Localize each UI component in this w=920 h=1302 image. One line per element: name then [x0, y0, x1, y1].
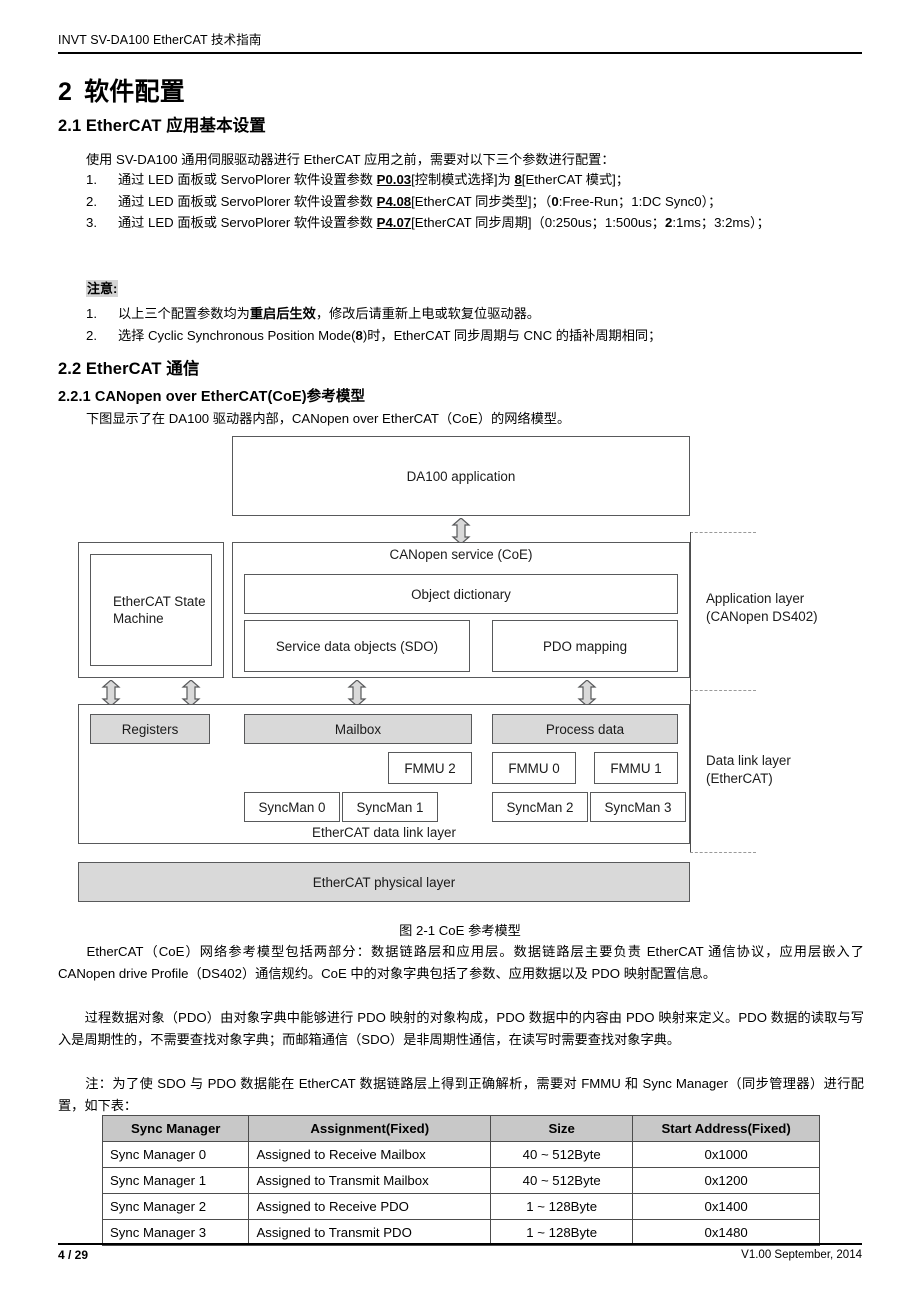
cell-start-address: 0x1400: [632, 1193, 820, 1220]
layer-divider-top: [690, 532, 756, 533]
fmmu2-box: FMMU 2: [388, 752, 472, 784]
paragraph-coe-model: EtherCAT（CoE）网络参考模型包括两部分：数据链路层和应用层。数据链路层…: [58, 944, 864, 981]
column-header-size: Size: [490, 1115, 634, 1142]
ethercat-physical-layer-box: EtherCAT physical layer: [78, 862, 690, 902]
list-item: 2. 通过 LED 面板或 ServoPlorer 软件设置参数 P4.08[E…: [86, 192, 886, 213]
page-title-text: 软件配置: [84, 78, 185, 106]
cell-start-address: 0x1200: [632, 1167, 820, 1194]
cell-assignment: Assigned to Receive PDO: [248, 1193, 492, 1220]
pdo-mapping-box: PDO mapping: [492, 620, 678, 672]
intro-paragraph: 使用 SV-DA100 通用伺服驱动器进行 EtherCAT 应用之前，需要对以…: [86, 152, 615, 167]
cell-start-address: 0x1480: [632, 1219, 820, 1246]
config-steps-list: 1. 通过 LED 面板或 ServoPlorer 软件设置参数 P0.03[控…: [86, 170, 886, 235]
da100-application-box: DA100 application: [232, 436, 690, 516]
registers-box: Registers: [90, 714, 210, 744]
list-marker: 2.: [86, 328, 97, 343]
footer-divider: [58, 1243, 862, 1245]
arrow-coe-to-process-data: [576, 680, 598, 706]
paragraph-pdo: 过程数据对象（PDO）由对象字典中能够进行 PDO 映射的对象构成，PDO 数据…: [58, 1010, 864, 1047]
table-header-row: Sync Manager Assignment(Fixed) Size Star…: [101, 1115, 820, 1142]
syncman3-box: SyncMan 3: [590, 792, 686, 822]
section-heading-2-2-1: 2.2.1 CANopen over EtherCAT(CoE)参考模型: [58, 389, 366, 405]
cell-size: 1 ~ 128Byte: [490, 1193, 634, 1220]
list-item: 2. 选择 Cyclic Synchronous Position Mode(8…: [86, 325, 886, 346]
arrow-esm-to-registers-right: [180, 680, 202, 706]
cell-size: 40 ~ 512Byte: [490, 1167, 634, 1194]
cell-assignment: Assigned to Transmit Mailbox: [248, 1167, 492, 1194]
arrow-coe-to-mailbox: [346, 680, 368, 706]
process-data-box: Process data: [492, 714, 678, 744]
data-link-layer-label: Data link layer (EtherCAT): [706, 753, 791, 786]
cell-sync-manager: Sync Manager 0: [101, 1141, 250, 1168]
header-divider: [58, 52, 862, 54]
table-row: Sync Manager 1 Assigned to Transmit Mail…: [101, 1167, 820, 1194]
list-text: 通过 LED 面板或 ServoPlorer 软件设置参数 P0.03[控制模式…: [118, 172, 630, 187]
cell-assignment: Assigned to Receive Mailbox: [248, 1141, 492, 1168]
document-version: V1.00 September, 2014: [741, 1249, 862, 1261]
list-marker: 1.: [86, 172, 97, 187]
table-row: Sync Manager 3 Assigned to Transmit PDO …: [101, 1219, 820, 1246]
arrow-app-to-coe: [450, 518, 472, 544]
syncman1-box: SyncMan 1: [342, 792, 438, 822]
fmmu1-box: FMMU 1: [594, 752, 678, 784]
table-row: Sync Manager 2 Assigned to Receive PDO 1…: [101, 1193, 820, 1220]
cell-assignment: Assigned to Transmit PDO: [248, 1219, 492, 1246]
note-list: 1. 以上三个配置参数均为重启后生效，修改后请重新上电或软复位驱动器。 2. 选…: [86, 303, 886, 347]
application-layer-bracket: [690, 532, 691, 690]
cell-start-address: 0x1000: [632, 1141, 820, 1168]
layer-divider-bottom: [690, 852, 756, 853]
paragraph-note-fmmu: 注：为了使 SDO 与 PDO 数据能在 EtherCAT 数据链路层上得到正确…: [58, 1076, 864, 1113]
page-number: 4 / 29: [58, 1248, 89, 1262]
list-text: 以上三个配置参数均为重启后生效，修改后请重新上电或软复位驱动器。: [118, 306, 540, 321]
cell-sync-manager: Sync Manager 1: [101, 1167, 250, 1194]
list-text: 选择 Cyclic Synchronous Position Mode(8)时，…: [118, 328, 662, 343]
data-link-layer-bracket: [690, 690, 691, 852]
list-item: 3. 通过 LED 面板或 ServoPlorer 软件设置参数 P4.07[E…: [86, 213, 886, 234]
list-item: 1. 以上三个配置参数均为重启后生效，修改后请重新上电或软复位驱动器。: [86, 303, 886, 324]
syncman0-box: SyncMan 0: [244, 792, 340, 822]
table-row: Sync Manager 0 Assigned to Receive Mailb…: [101, 1141, 820, 1168]
mailbox-box: Mailbox: [244, 714, 472, 744]
section-heading-2-2: 2.2 EtherCAT 通信: [58, 360, 200, 378]
cell-size: 40 ~ 512Byte: [490, 1141, 634, 1168]
document-page: INVT SV-DA100 EtherCAT 技术指南 2 软件配置 2.1 Et…: [0, 0, 920, 1302]
figure-caption: 图 2-1 CoE 参考模型: [399, 923, 521, 938]
list-marker: 2.: [86, 193, 97, 209]
column-header-sync-manager: Sync Manager: [101, 1115, 250, 1142]
column-header-assignment: Assignment(Fixed): [248, 1115, 492, 1142]
note-label: 注意:: [86, 280, 119, 297]
figure-intro-paragraph: 下图显示了在 DA100 驱动器内部，CANopen over EtherCAT…: [86, 411, 571, 426]
list-marker: 3.: [86, 215, 97, 230]
service-data-objects-box: Service data objects (SDO): [244, 620, 470, 672]
page-title: 2 软件配置: [58, 72, 185, 108]
column-header-start-address: Start Address(Fixed): [632, 1115, 820, 1142]
ethercat-state-machine-box: EtherCAT State Machine: [90, 554, 212, 666]
cell-sync-manager: Sync Manager 2: [101, 1193, 250, 1220]
section-heading-2-1: 2.1 EtherCAT 应用基本设置: [58, 117, 266, 135]
coe-reference-model-diagram: DA100 application EtherCAT State Machine…: [78, 432, 868, 917]
arrow-esm-to-registers-left: [100, 680, 122, 706]
application-layer-label: Application layer (CANopen DS402): [706, 591, 818, 624]
list-text: 通过 LED 面板或 ServoPlorer 软件设置参数 P4.08[Ethe…: [118, 193, 722, 209]
list-item: 1. 通过 LED 面板或 ServoPlorer 软件设置参数 P0.03[控…: [86, 170, 886, 191]
list-marker: 1.: [86, 306, 97, 321]
running-header: INVT SV-DA100 EtherCAT 技术指南: [58, 33, 262, 47]
syncman2-box: SyncMan 2: [492, 792, 588, 822]
cell-size: 1 ~ 128Byte: [490, 1219, 634, 1246]
cell-sync-manager: Sync Manager 3: [101, 1219, 250, 1246]
fmmu0-box: FMMU 0: [492, 752, 576, 784]
sync-manager-table: Sync Manager Assignment(Fixed) Size Star…: [101, 1115, 820, 1246]
layer-divider-middle: [690, 690, 756, 691]
object-dictionary-box: Object dictionary: [244, 574, 678, 614]
list-text: 通过 LED 面板或 ServoPlorer 软件设置参数 P4.07[Ethe…: [118, 215, 770, 230]
page-title-number: 2: [58, 78, 73, 106]
